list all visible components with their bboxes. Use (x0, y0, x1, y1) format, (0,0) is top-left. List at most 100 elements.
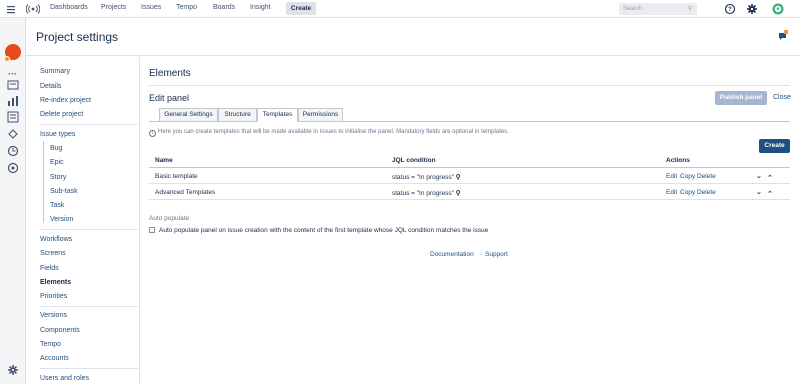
sidebar-item-sub-task[interactable]: Sub-task (50, 188, 78, 195)
column-header-name: Name (155, 157, 173, 164)
support-link[interactable]: Support (485, 251, 508, 258)
issue-types-tree-line (43, 141, 44, 223)
search-icon: ⚲ (455, 190, 461, 197)
section-divider (149, 85, 790, 86)
reports-icon[interactable] (7, 95, 19, 107)
auto-populate-title: Auto populate (149, 215, 190, 222)
move-down-icon[interactable]: ⌄ (756, 188, 762, 196)
sidebar-item-version[interactable]: Version (50, 216, 73, 223)
svg-text:?: ? (728, 7, 732, 13)
panel-title: Edit panel (149, 93, 190, 103)
edit-link[interactable]: Edit (666, 173, 677, 180)
auto-populate-label: Auto populate panel on issue creation wi… (159, 227, 489, 234)
more-icon[interactable]: ··· (8, 69, 17, 79)
project-settings-sidebar: Summary Details Re-index project Delete … (26, 57, 140, 384)
sidebar-item-users-and-roles[interactable]: Users and roles (40, 375, 89, 382)
nav-insight[interactable]: Insight (250, 4, 271, 11)
tab-templates[interactable]: Templates (257, 108, 298, 122)
sidebar-item-workflows[interactable]: Workflows (40, 236, 72, 243)
insight-icon[interactable] (7, 162, 19, 174)
tab-structure[interactable]: Structure (218, 108, 257, 122)
sidebar-item-accounts[interactable]: Accounts (40, 355, 69, 362)
sidebar-item-priorities[interactable]: Priorities (40, 293, 67, 300)
footer-separator: · (479, 251, 482, 258)
close-link[interactable]: Close (773, 94, 791, 101)
documentation-link[interactable]: Documentation (430, 251, 474, 258)
tempo-icon[interactable] (7, 145, 19, 157)
search-input[interactable]: Search ⚲ (619, 3, 697, 15)
gear-icon[interactable] (746, 3, 758, 15)
copy-link[interactable]: Copy (680, 189, 695, 196)
delete-link[interactable]: Delete (697, 189, 716, 196)
table-header-divider (149, 167, 790, 168)
info-icon: i (149, 130, 156, 137)
table-row-divider (149, 183, 790, 184)
template-jql-text: status = "In progress" (392, 174, 454, 181)
nav-tempo[interactable]: Tempo (176, 4, 197, 11)
search-placeholder: Search (623, 6, 643, 12)
sidebar-item-fields[interactable]: Fields (40, 265, 59, 272)
project-badge-icon (4, 56, 10, 62)
top-navigation: Dashboards Projects Issues Tempo Boards … (0, 0, 800, 18)
copy-link[interactable]: Copy (680, 173, 695, 180)
nav-boards[interactable]: Boards (213, 4, 235, 11)
backlog-icon[interactable] (7, 79, 19, 91)
tab-general-settings[interactable]: General Settings (159, 108, 218, 122)
move-up-icon[interactable]: ⌃ (767, 174, 773, 182)
help-icon[interactable]: ? (724, 3, 736, 15)
create-issue-button[interactable]: Create (286, 2, 316, 15)
search-icon: ⚲ (687, 6, 692, 12)
main-content: Elements Edit panel Publish panel Close … (140, 57, 800, 384)
tab-permissions[interactable]: Permissions (298, 108, 343, 122)
column-header-actions: Actions (666, 157, 690, 164)
sidebar-divider (40, 306, 138, 307)
sidebar-item-reindex[interactable]: Re-index project (40, 97, 91, 104)
create-template-button[interactable]: Create (759, 139, 790, 153)
publish-panel-button[interactable]: Publish panel (715, 91, 767, 105)
sidebar-item-bug[interactable]: Bug (50, 145, 62, 152)
issues-icon[interactable] (7, 111, 19, 123)
templates-info-text: Here you can create templates that will … (158, 129, 509, 135)
move-down-icon[interactable]: ⌄ (756, 172, 762, 180)
search-icon: ⚲ (455, 174, 461, 181)
sidebar-item-summary[interactable]: Summary (40, 68, 70, 75)
components-icon[interactable] (7, 128, 19, 140)
template-name: Advanced Templates (155, 189, 216, 196)
move-up-icon[interactable]: ⌃ (767, 190, 773, 198)
sidebar-item-tempo[interactable]: Tempo (40, 341, 61, 348)
sidebar-item-delete-project[interactable]: Delete project (40, 111, 83, 118)
user-avatar-icon[interactable] (772, 3, 784, 15)
app-switcher-icon[interactable] (7, 3, 19, 15)
section-title: Elements (149, 68, 191, 79)
sidebar-item-versions[interactable]: Versions (40, 312, 67, 319)
jira-logo-icon[interactable] (26, 3, 40, 15)
project-settings-gear-icon[interactable] (7, 364, 19, 376)
page-title: Project settings (36, 30, 119, 44)
sidebar-item-issue-types[interactable]: Issue types (40, 131, 75, 138)
template-name: Basic template (155, 173, 198, 180)
edit-link[interactable]: Edit (666, 189, 677, 196)
nav-issues[interactable]: Issues (141, 4, 161, 11)
templates-info: i Here you can create templates that will… (149, 129, 509, 137)
nav-dashboards[interactable]: Dashboards (50, 4, 88, 11)
column-header-jql: JQL condition (392, 157, 436, 164)
delete-link[interactable]: Delete (697, 173, 716, 180)
template-jql: status = "In progress" ⚲ (392, 173, 460, 181)
sidebar-item-details[interactable]: Details (40, 83, 61, 90)
template-jql: status = "In progress" ⚲ (392, 189, 460, 197)
sidebar-item-screens[interactable]: Screens (40, 250, 66, 257)
sidebar-item-epic[interactable]: Epic (50, 159, 64, 166)
auto-populate-checkbox[interactable] (149, 227, 155, 233)
sidebar-divider (40, 124, 138, 125)
sidebar-item-elements[interactable]: Elements (40, 279, 71, 286)
left-rail: ··· (0, 18, 26, 384)
feedback-icon[interactable] (778, 30, 788, 42)
sidebar-divider (40, 229, 138, 230)
sidebar-item-story[interactable]: Story (50, 174, 66, 181)
template-jql-text: status = "In progress" (392, 190, 454, 197)
sidebar-item-task[interactable]: Task (50, 202, 64, 209)
page-header: Project settings (26, 18, 800, 56)
sidebar-item-components[interactable]: Components (40, 327, 80, 334)
nav-projects[interactable]: Projects (101, 4, 126, 11)
table-row-divider (149, 199, 790, 200)
